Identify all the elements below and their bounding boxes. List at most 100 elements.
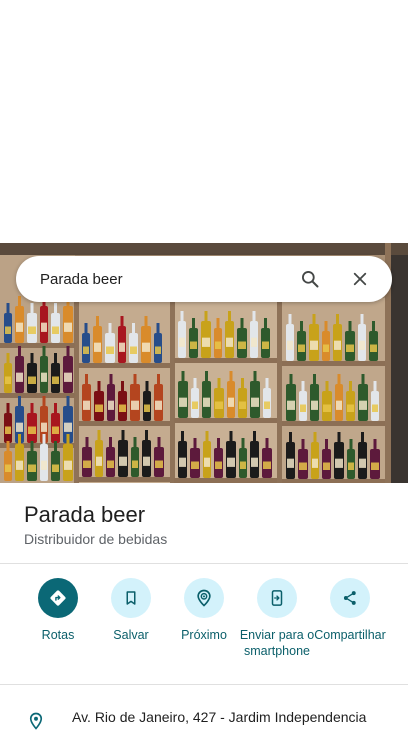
bottle-label [41, 372, 47, 382]
bottle-neck [313, 374, 316, 384]
bottle-neck [205, 431, 209, 441]
share-icon [330, 578, 370, 618]
bottle-label [228, 397, 234, 407]
bottle-neck [193, 438, 197, 448]
bottle-label [119, 456, 127, 466]
bottle-label [52, 376, 59, 384]
search-bar[interactable]: Parada beer [16, 256, 392, 302]
bottle-neck [241, 438, 245, 448]
bottle-label [215, 401, 223, 409]
shelf-board [0, 393, 75, 398]
bottle-neck [217, 378, 221, 388]
bottle-neck [18, 434, 21, 444]
bottle-label [144, 404, 150, 412]
bottle-neck [288, 314, 292, 324]
save-label: Salvar [113, 628, 149, 642]
bottle-label [264, 401, 270, 409]
bottle-label [107, 460, 114, 468]
place-info: Parada beer Distribuidor de bebidas [24, 502, 394, 548]
bottle-label [240, 461, 246, 469]
bottle-label [28, 426, 36, 434]
bottle-label [204, 457, 210, 467]
bottle-label [251, 457, 258, 467]
nearby-button[interactable]: Próximo [163, 578, 245, 643]
bottle-label [191, 461, 199, 469]
shelf-board [282, 421, 385, 426]
bottle-neck [349, 381, 352, 391]
bottle-label [64, 372, 72, 382]
bottle-neck [109, 374, 113, 384]
bottle-label [262, 341, 269, 349]
send-to-phone-label: Enviar para o smartphone [239, 628, 315, 658]
bottle-neck [180, 311, 184, 321]
bottle-neck [373, 381, 377, 391]
bottle-label [119, 342, 125, 352]
bottle-label [94, 342, 101, 352]
send-to-phone-button[interactable]: Enviar para o smartphone [236, 578, 318, 659]
search-input[interactable]: Parada beer [40, 271, 292, 288]
bottle-label [131, 400, 139, 410]
bottle-neck [54, 441, 57, 451]
bottle-neck [289, 374, 293, 384]
bottle-label [96, 456, 102, 466]
nearby-label: Próximo [181, 628, 227, 642]
bottle-neck [133, 437, 137, 447]
bottle-neck [265, 378, 269, 388]
bottle-neck [228, 311, 231, 321]
bottle-label [203, 397, 210, 407]
bottle-label [372, 404, 378, 412]
bottle-neck [84, 323, 88, 333]
bottle-neck [66, 434, 70, 444]
bottle-neck [205, 371, 208, 381]
bottle-label [202, 337, 210, 347]
bottle-neck [361, 432, 364, 442]
bottle-neck [181, 371, 185, 381]
bottle-label [5, 326, 11, 334]
place-title: Parada beer [24, 502, 146, 527]
shelf-board [78, 477, 170, 482]
bottle-label [226, 337, 233, 347]
save-button[interactable]: Salvar [90, 578, 172, 643]
blank-top-area [0, 0, 408, 243]
bottle-label [215, 461, 222, 469]
bookmark-icon [111, 578, 151, 618]
directions-label: Rotas [41, 628, 75, 642]
bottle-label [179, 457, 186, 467]
bottle-neck [85, 437, 89, 447]
bottle-label [64, 422, 72, 432]
directions-button[interactable]: Rotas [17, 578, 99, 643]
bottle-label [83, 460, 91, 468]
search-icon[interactable] [292, 261, 328, 297]
bottle-label [310, 340, 318, 350]
address-text: Av. Rio de Janeiro, 427 - Jardim Indepen… [72, 709, 367, 725]
bottle-neck [18, 396, 21, 406]
address-row[interactable]: Av. Rio de Janeiro, 427 - Jardim Indepen… [0, 704, 408, 734]
bottle-label [299, 462, 307, 470]
bottle-label [287, 340, 293, 350]
bottle-neck [348, 321, 352, 331]
close-icon[interactable] [342, 261, 378, 297]
bottle-label [155, 346, 161, 354]
bottle-neck [54, 353, 57, 363]
bottle-neck [121, 430, 125, 440]
bottle-label [28, 376, 36, 384]
nearby-icon [184, 578, 224, 618]
bottle-label [287, 458, 294, 468]
bottle-neck [301, 381, 305, 391]
bottle-label [52, 326, 59, 334]
bottle-label [336, 400, 342, 410]
bottle-neck [264, 318, 267, 328]
bottle-label [108, 400, 114, 410]
bottle-label [142, 342, 150, 352]
bottle-label [300, 404, 306, 412]
bottle-neck [325, 439, 328, 449]
bottle-label [64, 322, 72, 332]
send-to-phone-icon [257, 578, 297, 618]
bottle-label [239, 401, 246, 409]
bottle-neck [229, 371, 233, 381]
bottle-neck [289, 432, 292, 442]
bottle-neck [18, 296, 21, 306]
bottle-label [16, 460, 23, 470]
share-button[interactable]: Compartilhar [309, 578, 391, 643]
bottle-label [251, 337, 257, 347]
